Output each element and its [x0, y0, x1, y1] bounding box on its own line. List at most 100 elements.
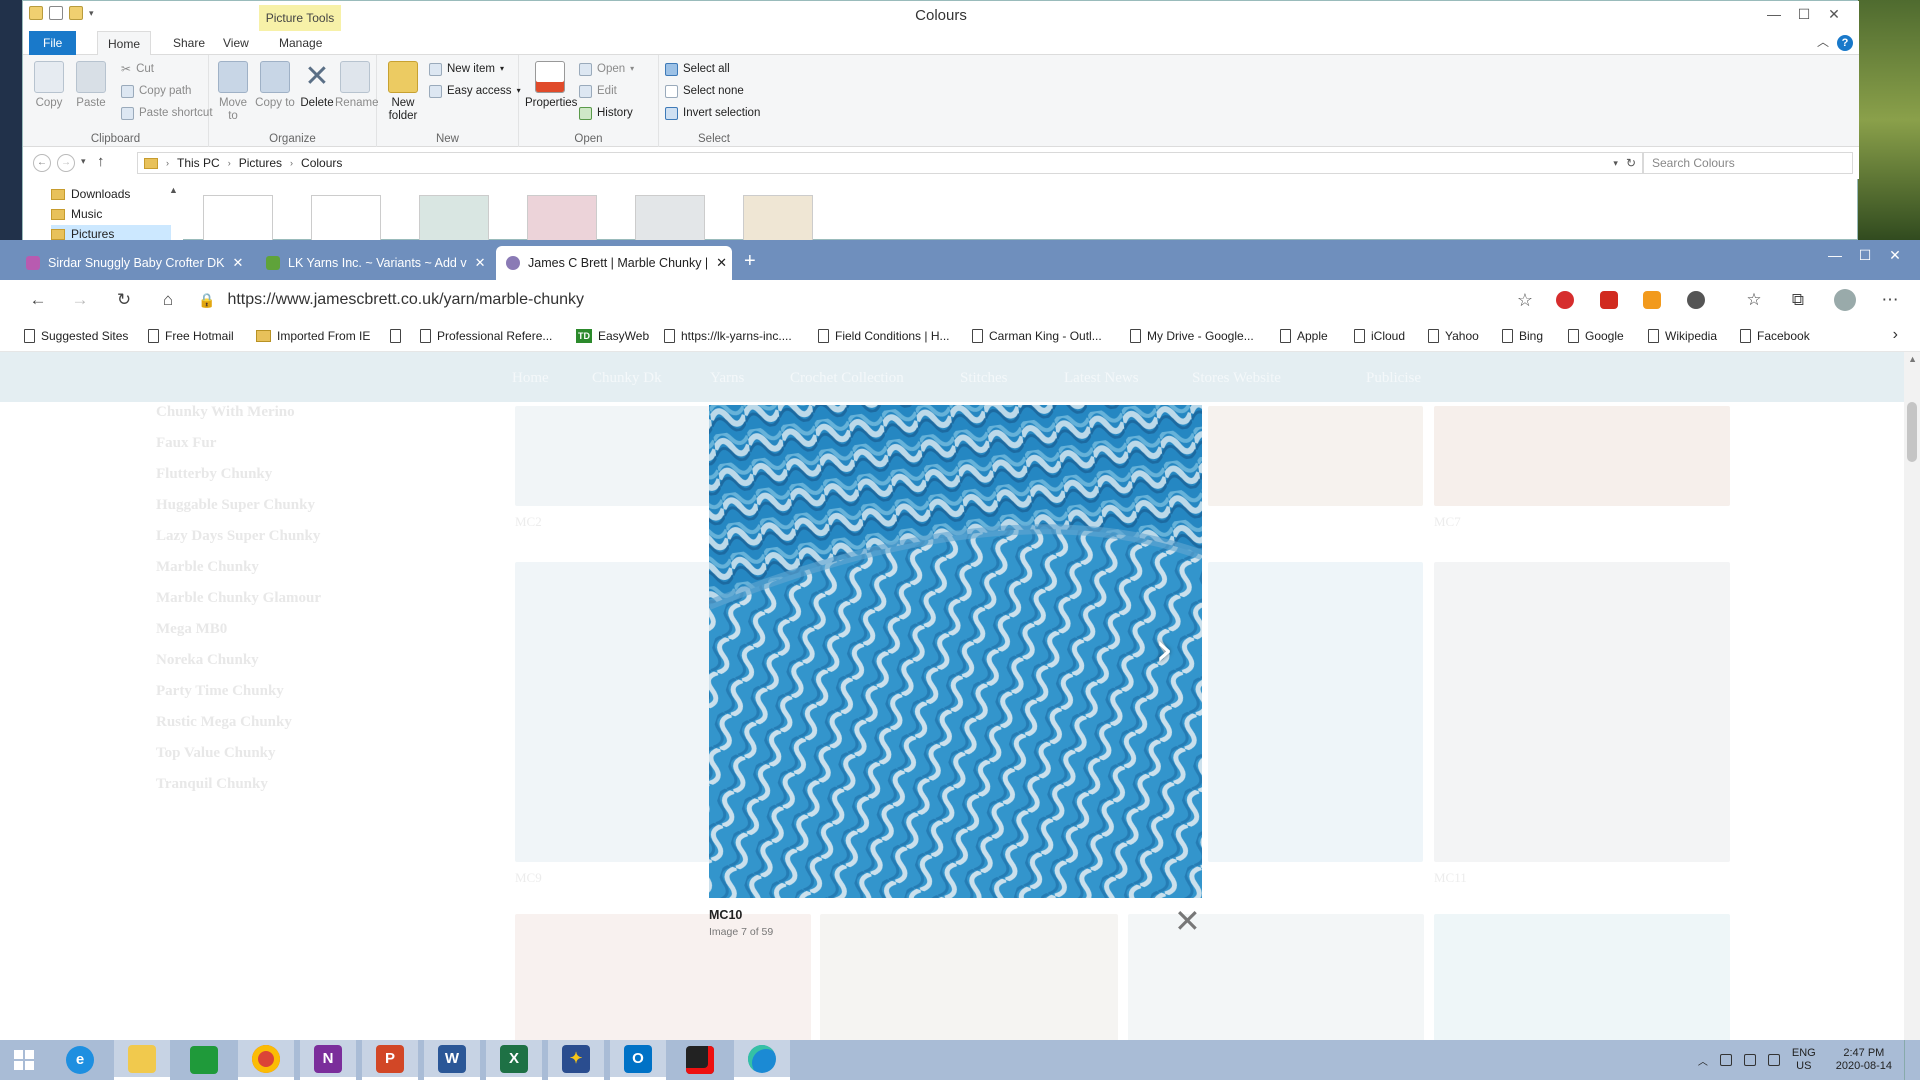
- nav-link[interactable]: Chunky Dk: [592, 370, 662, 387]
- bookmark[interactable]: My Drive - Google...: [1130, 327, 1254, 345]
- tree-item-downloads[interactable]: Downloads: [51, 185, 130, 203]
- bookmark[interactable]: Suggested Sites: [24, 327, 128, 345]
- cut-button[interactable]: ✂ Cut: [121, 59, 154, 79]
- edit-button[interactable]: Edit: [579, 81, 617, 101]
- history-button[interactable]: History: [579, 103, 633, 123]
- sidebar-link[interactable]: Marble Chunky: [156, 559, 259, 576]
- close-button[interactable]: ✕: [1880, 244, 1910, 266]
- breadcrumb-this-pc[interactable]: This PC: [177, 156, 220, 170]
- close-button[interactable]: ✕: [1819, 3, 1849, 25]
- chevron-right-icon[interactable]: ›: [1155, 622, 1173, 676]
- move-to-button[interactable]: Move to: [213, 61, 253, 123]
- bookmark[interactable]: Wikipedia: [1648, 327, 1717, 345]
- file-thumbnail[interactable]: [311, 195, 381, 241]
- nav-link[interactable]: Crochet Collection: [790, 370, 904, 387]
- bookmark[interactable]: Carman King - Outl...: [972, 327, 1102, 345]
- swatch-tile[interactable]: [820, 914, 1118, 1040]
- easy-access-button[interactable]: Easy access ▾: [429, 81, 521, 101]
- show-desktop-button[interactable]: [1904, 1040, 1910, 1080]
- sidebar-link[interactable]: Tranquil Chunky: [156, 776, 268, 793]
- maximize-button[interactable]: ☐: [1850, 244, 1880, 266]
- browser-tab-active[interactable]: James C Brett | Marble Chunky | ✕: [496, 246, 732, 280]
- swatch-tile[interactable]: [1434, 562, 1730, 862]
- invert-selection-button[interactable]: Invert selection: [665, 103, 760, 123]
- bookmark[interactable]: Free Hotmail: [148, 327, 234, 345]
- profile-avatar[interactable]: [1834, 289, 1856, 311]
- clock[interactable]: 2:47 PM 2020-08-14: [1836, 1047, 1892, 1073]
- bookmark[interactable]: https://lk-yarns-inc....: [664, 327, 792, 345]
- store-app[interactable]: [176, 1040, 232, 1080]
- file-thumbnail[interactable]: [419, 195, 489, 241]
- recorder-app[interactable]: [672, 1040, 728, 1080]
- outlook-app[interactable]: O: [610, 1040, 666, 1080]
- sidebar-link[interactable]: Rustic Mega Chunky: [156, 714, 292, 731]
- swatch-tile[interactable]: [1434, 406, 1730, 506]
- tab-home[interactable]: Home: [97, 31, 152, 55]
- more-menu-icon[interactable]: ⋯: [1880, 290, 1900, 310]
- close-icon[interactable]: ✕: [1174, 905, 1201, 937]
- tab-file[interactable]: File: [29, 31, 77, 55]
- close-tab-icon[interactable]: ✕: [716, 255, 727, 271]
- sidebar-link[interactable]: Faux Fur: [156, 435, 216, 452]
- properties-button[interactable]: Properties: [525, 61, 577, 110]
- tab-view[interactable]: View: [213, 31, 259, 55]
- bookmark[interactable]: Apple: [1280, 327, 1328, 345]
- edge-app[interactable]: [734, 1040, 790, 1080]
- maximize-button[interactable]: ☐: [1789, 3, 1819, 25]
- powerpoint-app[interactable]: P: [362, 1040, 418, 1080]
- file-thumbnail[interactable]: [203, 195, 273, 241]
- explorer-search-input[interactable]: Search Colours: [1643, 152, 1853, 174]
- minimize-button[interactable]: —: [1759, 3, 1789, 25]
- sidebar-link[interactable]: Huggable Super Chunky: [156, 497, 315, 514]
- file-explorer-app[interactable]: [114, 1040, 170, 1080]
- refresh-icon[interactable]: ↻: [1626, 156, 1642, 170]
- url-text[interactable]: https://www.jamescbrett.co.uk/yarn/marbl…: [227, 291, 584, 309]
- sidebar-link[interactable]: Party Time Chunky: [156, 683, 284, 700]
- paste-shortcut-button[interactable]: Paste shortcut: [121, 103, 213, 123]
- sidebar-link[interactable]: Top Value Chunky: [156, 745, 276, 762]
- bookmark[interactable]: Field Conditions | H...: [818, 327, 950, 345]
- paste-button[interactable]: Paste: [71, 61, 111, 110]
- acrobat-icon[interactable]: [1600, 291, 1618, 309]
- new-tab-icon[interactable]: +: [744, 250, 756, 273]
- rename-button[interactable]: Rename: [335, 61, 378, 110]
- onenote-app[interactable]: N: [300, 1040, 356, 1080]
- bookmark[interactable]: TD EasyWeb: [576, 327, 649, 345]
- sidebar-link[interactable]: Lazy Days Super Chunky: [156, 528, 320, 545]
- scrollbar-thumb[interactable]: [1907, 402, 1917, 462]
- network-icon[interactable]: [1743, 1054, 1756, 1066]
- favorites-icon[interactable]: ☆: [1744, 290, 1764, 310]
- swatch-tile[interactable]: [515, 562, 711, 862]
- breadcrumb-pictures[interactable]: Pictures: [239, 156, 282, 170]
- swatch-tile[interactable]: [515, 406, 711, 506]
- swatch-tile[interactable]: [1128, 914, 1424, 1040]
- sidebar-link[interactable]: Chunky With Merino: [156, 404, 295, 421]
- swatch-tile[interactable]: [1208, 562, 1423, 862]
- browser-tab[interactable]: LK Yarns Inc. ~ Variants ~ Add v ✕: [256, 246, 492, 280]
- volume-icon[interactable]: [1767, 1054, 1780, 1066]
- nav-link[interactable]: Stitches: [960, 370, 1008, 387]
- bookmark[interactable]: Google: [1568, 327, 1624, 345]
- minimize-button[interactable]: —: [1820, 244, 1850, 266]
- select-none-button[interactable]: Select none: [665, 81, 744, 101]
- back-icon[interactable]: ←: [28, 290, 48, 310]
- home-icon[interactable]: ⌂: [158, 290, 178, 310]
- lightbox-image[interactable]: [709, 405, 1202, 898]
- address-dropdown-icon[interactable]: ▾: [1613, 158, 1618, 169]
- excel-app[interactable]: X: [486, 1040, 542, 1080]
- scroll-up-icon[interactable]: ▲: [1908, 354, 1917, 364]
- bookmark[interactable]: Yahoo: [1428, 327, 1479, 345]
- forward-arrow-icon[interactable]: →: [57, 154, 75, 172]
- chevron-up-icon[interactable]: ︿: [1817, 33, 1829, 50]
- scroll-up-icon[interactable]: ▲: [169, 185, 178, 195]
- sidebar-link[interactable]: Marble Chunky Glamour: [156, 590, 321, 607]
- up-arrow-icon[interactable]: ↑: [97, 153, 105, 170]
- extension-icon[interactable]: [1643, 291, 1661, 309]
- nav-link[interactable]: Stores Website: [1192, 370, 1281, 387]
- sidebar-link[interactable]: Flutterby Chunky: [156, 466, 272, 483]
- word-app[interactable]: W: [424, 1040, 480, 1080]
- copy-button[interactable]: Copy: [29, 61, 69, 110]
- delete-button[interactable]: ✕ Delete: [297, 61, 337, 110]
- file-thumbnail[interactable]: [635, 195, 705, 241]
- browser-tab[interactable]: Sirdar Snuggly Baby Crofter DK ✕: [16, 246, 252, 280]
